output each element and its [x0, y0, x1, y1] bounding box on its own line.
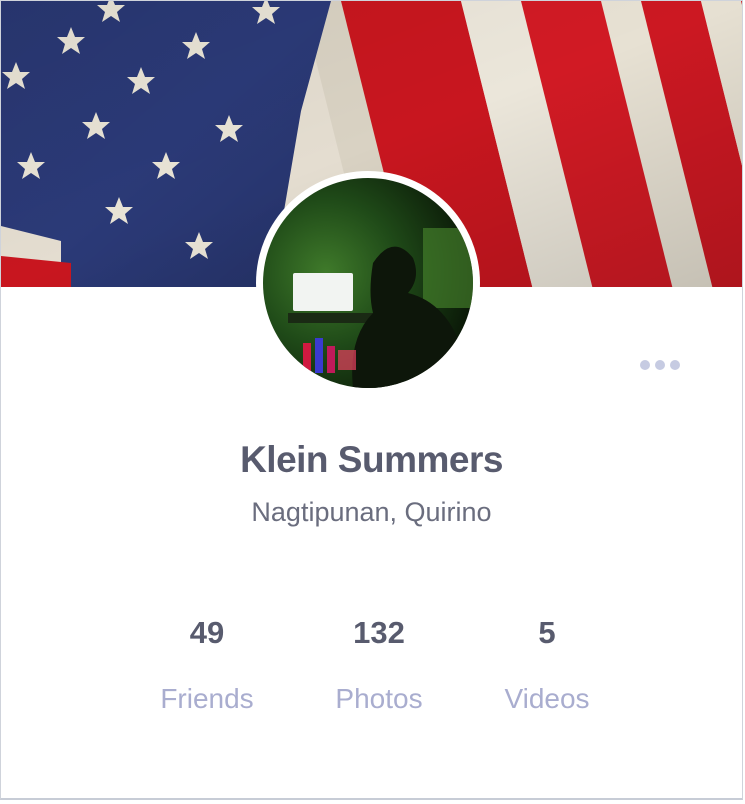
- stat-label[interactable]: Photos: [289, 683, 469, 715]
- stat-value: 5: [538, 615, 556, 650]
- stat-label[interactable]: Videos: [457, 683, 637, 715]
- profile-stats: 49 Friends 132 Photos 5 Videos: [1, 613, 742, 733]
- more-horizontal-icon-dot: [655, 360, 665, 370]
- more-horizontal-icon-dot: [640, 360, 650, 370]
- profile-name: Klein Summers: [240, 439, 503, 480]
- more-horizontal-icon-dot: [670, 360, 680, 370]
- stat-label[interactable]: Friends: [117, 683, 297, 715]
- stat-friends[interactable]: 49 Friends: [117, 613, 297, 715]
- avatar[interactable]: [256, 171, 480, 395]
- stat-photos[interactable]: 132 Photos: [289, 613, 469, 715]
- profile-card: Klein Summers Nagtipunan, Quirino 49 Fri…: [0, 0, 743, 800]
- more-options-button[interactable]: [640, 357, 680, 373]
- avatar-photo: [263, 178, 473, 388]
- stat-videos[interactable]: 5 Videos: [457, 613, 637, 715]
- profile-location: Nagtipunan, Quirino: [251, 497, 492, 527]
- stat-value: 49: [189, 615, 225, 650]
- stat-value: 132: [353, 615, 405, 650]
